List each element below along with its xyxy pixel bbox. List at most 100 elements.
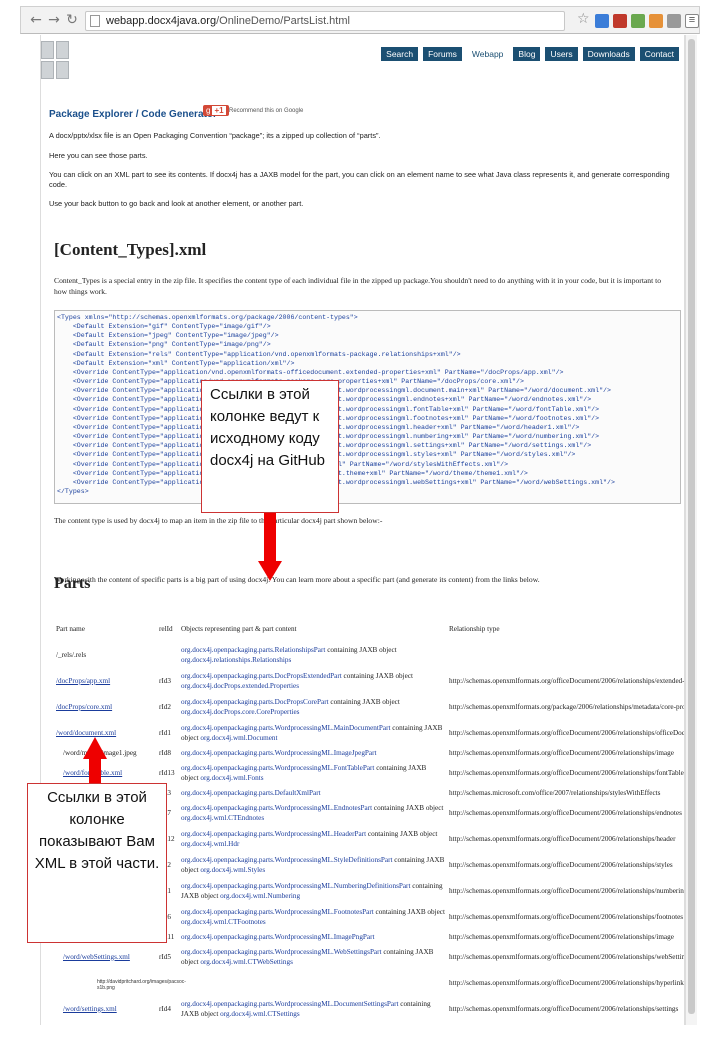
xml-line: <Types xmlns="http://schemas.openxmlform… [57,314,358,321]
part-class-link[interactable]: org.docx4j.openpackaging.parts.Wordproce… [181,749,377,757]
gplus-count: +1 [212,106,226,115]
xml-line: <Default Extension="jpeg" ContentType="i… [57,332,279,340]
col-objects: Objects representing part & part content [181,625,297,633]
xml-line: <Override ContentType="application/vnd.o… [72,405,600,413]
part-class-link[interactable]: org.docx4j.openpackaging.parts.DocPropsC… [181,698,329,706]
jaxb-class-link[interactable]: org.docx4j.wml.CTEndnotes [181,814,264,822]
jaxb-class-link[interactable]: org.docx4j.wml.Fonts [200,774,263,782]
nav-webapp[interactable]: Webapp [467,47,509,61]
objects-cell: org.docx4j.openpackaging.parts.Wordproce… [179,747,447,761]
intro-line: Here you can see those parts. [49,151,148,160]
xml-line: <Override ContentType="application/vnd.o… [72,396,592,404]
objects-cell: org.docx4j.openpackaging.parts.Wordproce… [179,1023,447,1026]
relid-cell: rId3 [159,676,171,685]
arrow-up-head-icon [83,737,107,759]
part-class-link[interactable]: org.docx4j.openpackaging.parts.Wordproce… [181,856,392,864]
back-icon[interactable]: ← [27,11,45,29]
containing-text: containing [373,908,408,916]
url-domain: webapp.docx4java.org [106,15,217,27]
reltype-cell: http://schemas.openxmlformats.org/packag… [449,702,684,711]
nav-blog[interactable]: Blog [513,47,541,61]
forward-icon[interactable]: → [45,11,63,29]
annotation-github-links: Ссылки в этой колонке ведут к исходному … [201,380,339,513]
part-xml-link[interactable]: /docProps/app.xml [56,677,110,685]
nav-downloads[interactable]: Downloads [582,47,635,61]
intro-line: A docx/pptx/xlsx file is an Open Packagi… [49,131,381,140]
extension-icon[interactable] [631,14,645,28]
part-class-link[interactable]: org.docx4j.openpackaging.parts.Wordproce… [181,882,410,890]
objects-cell: org.docx4j.openpackaging.parts.DocPropsC… [179,695,447,721]
scrollbar-thumb[interactable] [688,39,695,1014]
part-class-link[interactable]: org.docx4j.openpackaging.parts.DefaultXm… [181,789,321,797]
jaxb-class-link[interactable]: org.docx4j.wml.CTFootnotes [181,918,266,926]
extension-icon[interactable] [595,14,609,28]
xml-line: <Override ContentType="application/vnd.o… [72,378,524,386]
content-types-after-text: The content type is used by docx4j to ma… [54,516,383,525]
part-class-link[interactable]: org.docx4j.openpackaging.parts.Wordproce… [181,908,374,916]
menu-icon[interactable]: ≡ [685,14,699,28]
containing-text: containing [325,646,360,654]
relid-cell: rId4 [159,1004,171,1013]
part-class-link[interactable]: org.docx4j.openpackaging.parts.Wordproce… [181,830,366,838]
bookmark-star-icon[interactable]: ☆ [577,11,590,27]
jaxb-class-link[interactable]: org.docx4j.wml.CTWebSettings [200,958,293,966]
jaxb-class-link[interactable]: org.docx4j.wml.Document [200,734,277,742]
nav-search[interactable]: Search [381,47,419,61]
nav-users[interactable]: Users [545,47,578,61]
url-path: /OnlineDemo/PartsList.html [216,15,350,27]
part-xml-link[interactable]: /word/webSettings.xml [63,953,130,961]
table-row: /word/media/image1.jpeg rId8 org.docx4j.op… [54,747,684,761]
nav-forums[interactable]: Forums [423,47,462,61]
objects-cell: org.docx4j.openpackaging.parts.Wordproce… [179,801,447,827]
reltype-cell: http://schemas.openxmlformats.org/office… [449,860,673,869]
reltype-cell: http://schemas.openxmlformats.org/office… [447,1023,684,1026]
address-bar[interactable]: webapp.docx4java.org/OnlineDemo/PartsLis… [85,11,565,31]
objects-cell: org.docx4j.openpackaging.parts.Wordproce… [179,879,447,905]
part-xml-link[interactable]: /docProps/core.xml [56,703,112,711]
table-row: /docProps/core.xml rId2 org.docx4j.openpac… [54,695,684,721]
reload-icon[interactable]: ↻ [63,11,81,29]
xml-line: <Override ContentType="application/vnd.o… [72,469,528,477]
google-plus-button[interactable]: g +1 [203,105,229,116]
nav-contact[interactable]: Contact [639,47,679,61]
containing-text: containing [366,830,401,838]
part-xml-link[interactable]: /word/document.xml [56,729,116,737]
extension-icon[interactable] [613,14,627,28]
part-class-link[interactable]: org.docx4j.openpackaging.parts.Relations… [181,646,325,654]
jaxb-class-link[interactable]: org.docx4j.relationships.Relationships [181,656,291,664]
objects-cell: org.docx4j.openpackaging.parts.Wordproce… [179,997,447,1023]
jaxb-class-link[interactable]: org.docx4j.wml.Hdr [181,840,239,848]
part-class-link[interactable]: org.docx4j.openpackaging.parts.DocPropsE… [181,672,342,680]
jaxb-class-link[interactable]: org.docx4j.docProps.extended.Properties [181,682,299,690]
reltype-cell: http://schemas.openxmlformats.org/office… [449,808,682,817]
xml-line: <Override ContentType="application/vnd.o… [57,368,564,376]
table-row: /word/webSettings.xml rId5 org.docx4j.open… [54,945,684,971]
part-name-cell: /_rels/.rels [54,643,157,669]
extension-icon[interactable] [667,14,681,28]
jaxb-class-link[interactable]: org.docx4j.wml.CTSettings [220,1010,300,1018]
jaxb-class-link[interactable]: org.docx4j.wml.Numbering [220,892,300,900]
jaxb-class-link[interactable]: org.docx4j.wml.Styles [200,866,265,874]
part-name-cell[interactable]: /word/settings.xml [54,997,157,1023]
part-name-cell[interactable]: /docProps/core.xml [54,695,157,721]
containing-text: containing [392,856,427,864]
part-name-cell[interactable]: /docProps/app.xml [54,669,157,695]
part-class-link[interactable]: org.docx4j.openpackaging.parts.Wordproce… [181,764,374,772]
hyperlink-image-text: http://davidpritchard.org/images/pacsoc-… [97,979,186,991]
objects-cell: org.docx4j.openpackaging.parts.DefaultXm… [179,787,447,801]
part-class-link[interactable]: org.docx4j.openpackaging.parts.Wordproce… [181,1000,398,1008]
part-xml-link[interactable]: /word/settings.xml [63,1005,117,1013]
part-class-link[interactable]: org.docx4j.openpackaging.parts.Wordproce… [181,933,375,941]
scrollbar[interactable] [685,35,697,1025]
part-class-link[interactable]: org.docx4j.openpackaging.parts.Wordproce… [181,804,372,812]
part-name-cell[interactable]: /word/webSettings.xml [54,945,157,971]
containing-text: containing [374,764,409,772]
extension-icon[interactable] [649,14,663,28]
xml-line: <Default Extension="png" ContentType="im… [57,341,271,349]
containing-text: containing [410,882,443,890]
relid-cell: rId5 [159,952,171,961]
part-class-link[interactable]: org.docx4j.openpackaging.parts.Wordproce… [181,948,382,956]
jaxb-class-link[interactable]: org.docx4j.docProps.core.CoreProperties [181,708,299,716]
part-class-link[interactable]: org.docx4j.openpackaging.parts.Wordproce… [181,724,390,732]
content-types-heading: [Content_Types].xml [54,240,207,259]
